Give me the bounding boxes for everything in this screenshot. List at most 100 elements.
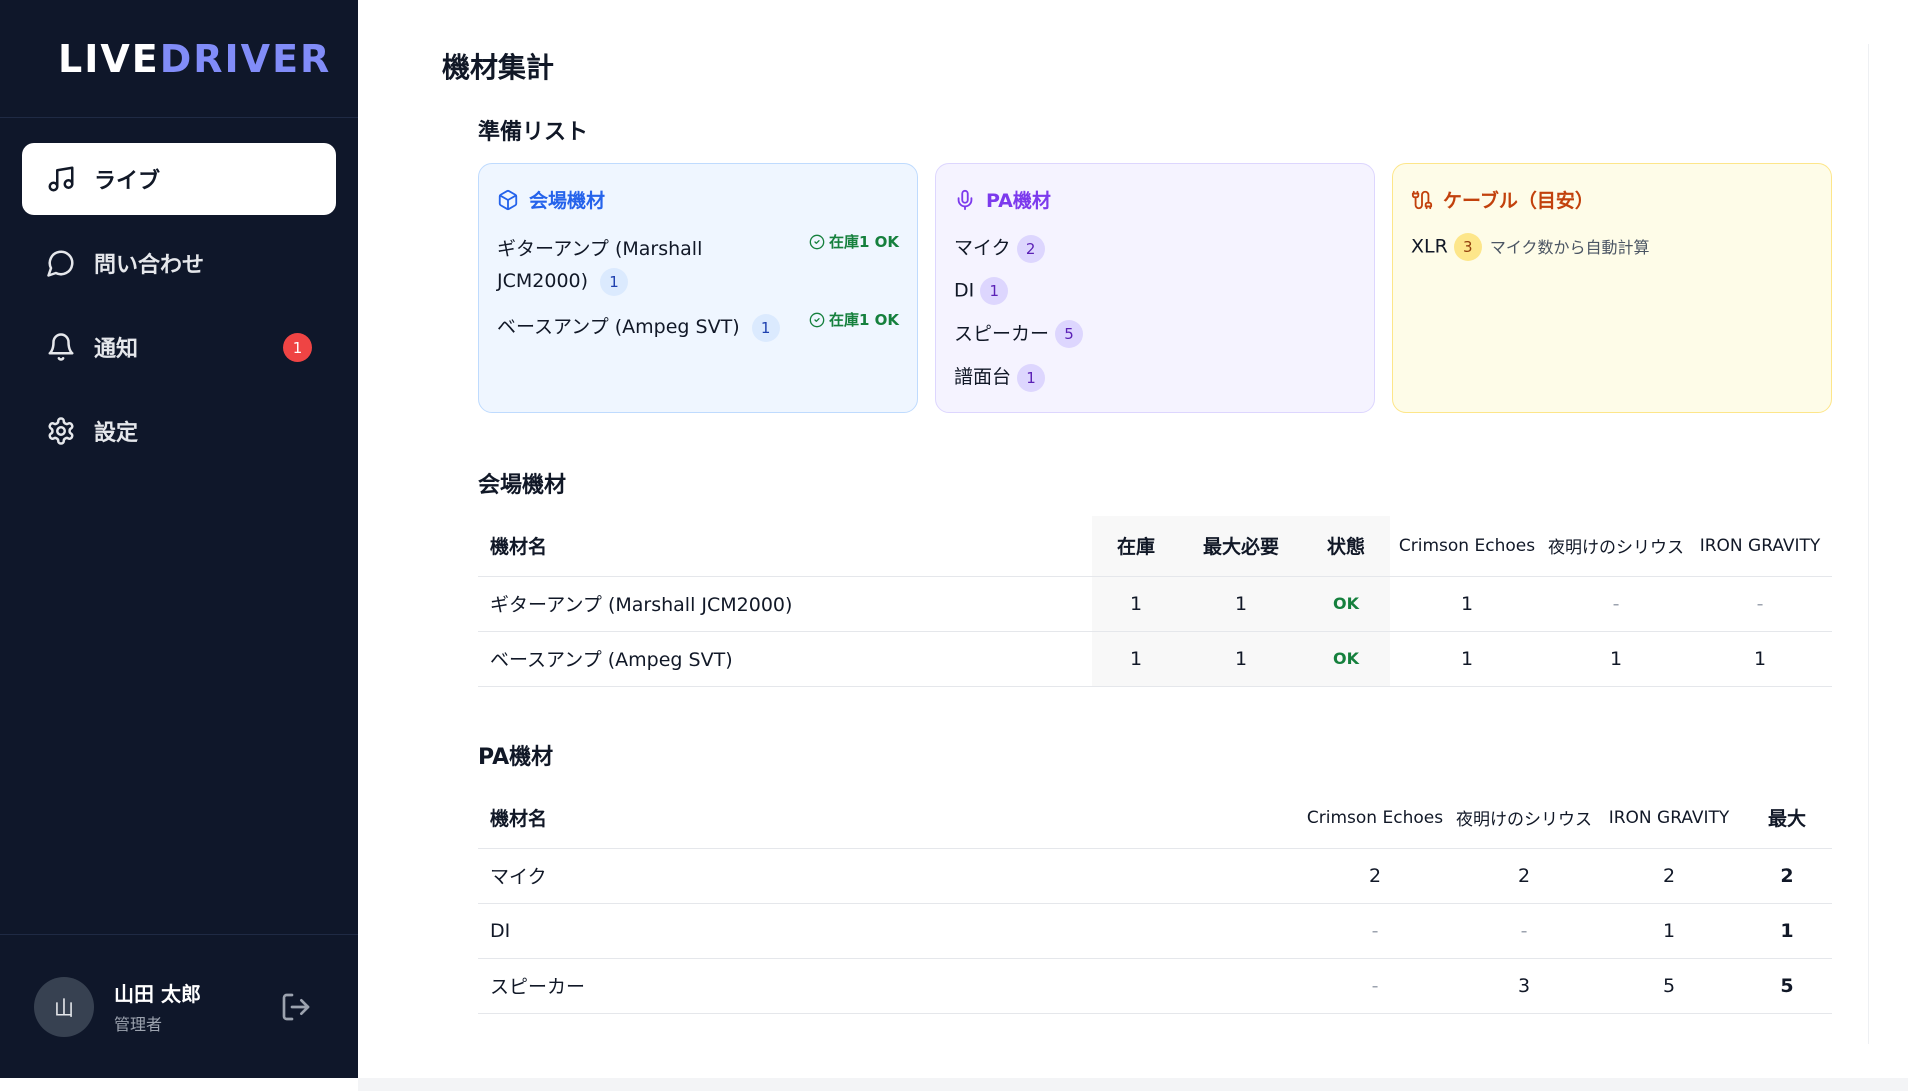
cable-icon [1411,190,1433,209]
column-header: 夜明けのシリウス [1548,538,1684,559]
list-item: ベースアンプ (Ampeg SVT) 1 在庫1 OK [497,311,899,343]
list-item: マイク 2 [954,233,1356,263]
column-header: IRON GRAVITY [1699,535,1821,556]
table-cell: - [1544,575,1688,631]
pa-equipment-card: PA機材 マイク 2 DI 1 スピーカー 5 譜面台 1 [935,163,1375,413]
qty-badge: 5 [1055,320,1084,348]
cable-card: ケーブル（目安） XLR 3 マイク数から自動計算 [1392,163,1832,413]
max-cell: 2 [1742,847,1832,903]
table-cell: - [1298,957,1452,1014]
card-header: 会場機材 [497,186,899,213]
sidebar-item-label: 通知 [94,337,139,362]
table-cell: - [1298,902,1452,958]
sidebar: LIVE DRIVER ライブ 問い合わせ 通知 1 設定 山 山田 太郎 管理者 [0,0,358,1078]
qty-badge: 3 [1453,233,1482,261]
column-header: 機材名 [490,808,548,831]
table-cell: 1 [1688,630,1832,687]
column-header: 最大必要 [1180,516,1302,576]
sidebar-item-label: ライブ [94,169,161,194]
column-header: IRON GRAVITY [1608,807,1730,828]
qty-badge: 1 [980,276,1009,305]
venue-table-title: 会場機材 [478,473,567,498]
bottom-scrollbar[interactable] [358,1078,1908,1091]
table-cell: 2 [1596,847,1742,903]
table-cell: 1 [1092,630,1180,687]
table-row: ギターアンプ (Marshall JCM2000) 1 1 OK 1 - - [478,575,1832,631]
logout-icon[interactable] [280,991,312,1023]
gear-icon [48,417,74,445]
stock-status-text: 在庫1 OK [828,233,899,251]
status-cell: OK [1302,630,1390,687]
table-cell: 1 [1544,630,1688,687]
check-circle-icon [809,312,825,327]
card-header: PA機材 [954,186,1356,213]
card-title: 会場機材 [529,190,606,212]
page-title: 機材集計 [442,51,555,84]
sidebar-item-inquiries[interactable]: 問い合わせ [22,227,336,299]
max-cell: 5 [1742,957,1832,1014]
table-row: スピーカー - 3 5 5 [478,957,1832,1014]
pa-table-title: PA機材 [478,745,554,770]
sidebar-item-label: 設定 [94,421,139,446]
column-header: 機材名 [490,536,548,559]
list-item: DI 1 [954,276,1356,305]
table-row: ベースアンプ (Ampeg SVT) 1 1 OK 1 1 1 [478,630,1832,687]
item-name: ベースアンプ (Ampeg SVT) [497,316,740,338]
table-cell: 1 [1180,630,1302,687]
table-cell: 2 [1298,847,1452,903]
logo-driver: DRIVER [159,36,332,81]
logo-live: LIVE [58,36,160,81]
app-logo[interactable]: LIVE DRIVER [0,0,358,118]
table-cell: 5 [1596,957,1742,1014]
auto-calc-note: マイク数から自動計算 [1489,237,1650,257]
user-info: 山田 太郎 管理者 [114,978,201,1035]
table-cell: 1 [1092,575,1180,631]
table-cell: 1 [1180,575,1302,631]
sidebar-item-label: 問い合わせ [94,253,205,278]
avatar: 山 [34,976,94,1037]
column-header: 在庫 [1092,516,1180,576]
sidebar-item-live[interactable]: ライブ [22,143,336,215]
list-item: 譜面台 1 [954,362,1356,392]
table-row: DI - - 1 1 [478,902,1832,958]
card-title: PA機材 [986,190,1051,212]
list-item: スピーカー 5 [954,319,1356,348]
table-cell: スピーカー [478,957,1298,1014]
check-circle-icon [809,234,825,249]
chat-icon [47,250,74,277]
table-cell: ベースアンプ (Ampeg SVT) [478,630,1092,687]
sidebar-item-settings[interactable]: 設定 [22,395,336,467]
table-header-row: 機材名 Crimson Echoes 夜明けのシリウス IRON GRAVITY… [478,788,1832,848]
item-name: XLR [1411,235,1448,258]
table-cell: DI [478,902,1298,958]
microphone-icon [957,189,973,210]
stock-status-text: 在庫1 OK [828,311,899,329]
box-icon [498,189,518,210]
qty-badge: 1 [600,267,629,296]
sidebar-item-notifications[interactable]: 通知 1 [22,311,336,383]
prep-list-title: 準備リスト [478,120,589,145]
user-role: 管理者 [114,1015,163,1034]
table-header-row: 機材名 在庫 最大必要 状態 Crimson Echoes 夜明けのシリウス I… [478,516,1832,576]
list-item: XLR 3 マイク数から自動計算 [1411,233,1813,261]
stock-status: 在庫1 OK [809,309,899,330]
table-cell: マイク [478,847,1298,903]
item-name: DI [954,279,975,301]
table-cell: 1 [1596,902,1742,958]
user-panel: 山 山田 太郎 管理者 [0,934,358,1078]
table-cell: 1 [1390,575,1544,631]
table-cell: - [1688,575,1832,631]
table-cell: - [1452,902,1596,958]
qty-badge: 2 [1016,234,1045,263]
status-cell: OK [1302,575,1390,631]
table-row: マイク 2 2 2 2 [478,847,1832,903]
pa-equipment-table: 機材名 Crimson Echoes 夜明けのシリウス IRON GRAVITY… [478,788,1832,1014]
max-cell: 1 [1742,902,1832,958]
bell-icon [48,333,74,361]
venue-equipment-card: 会場機材 ギターアンプ (Marshall JCM2000) 1 在庫1 OK … [478,163,918,413]
table-cell: ギターアンプ (Marshall JCM2000) [478,575,1092,631]
table-cell: 3 [1452,957,1596,1014]
user-name: 山田 太郎 [114,982,201,1006]
column-header: 状態 [1302,516,1390,576]
stock-status: 在庫1 OK [809,231,899,252]
